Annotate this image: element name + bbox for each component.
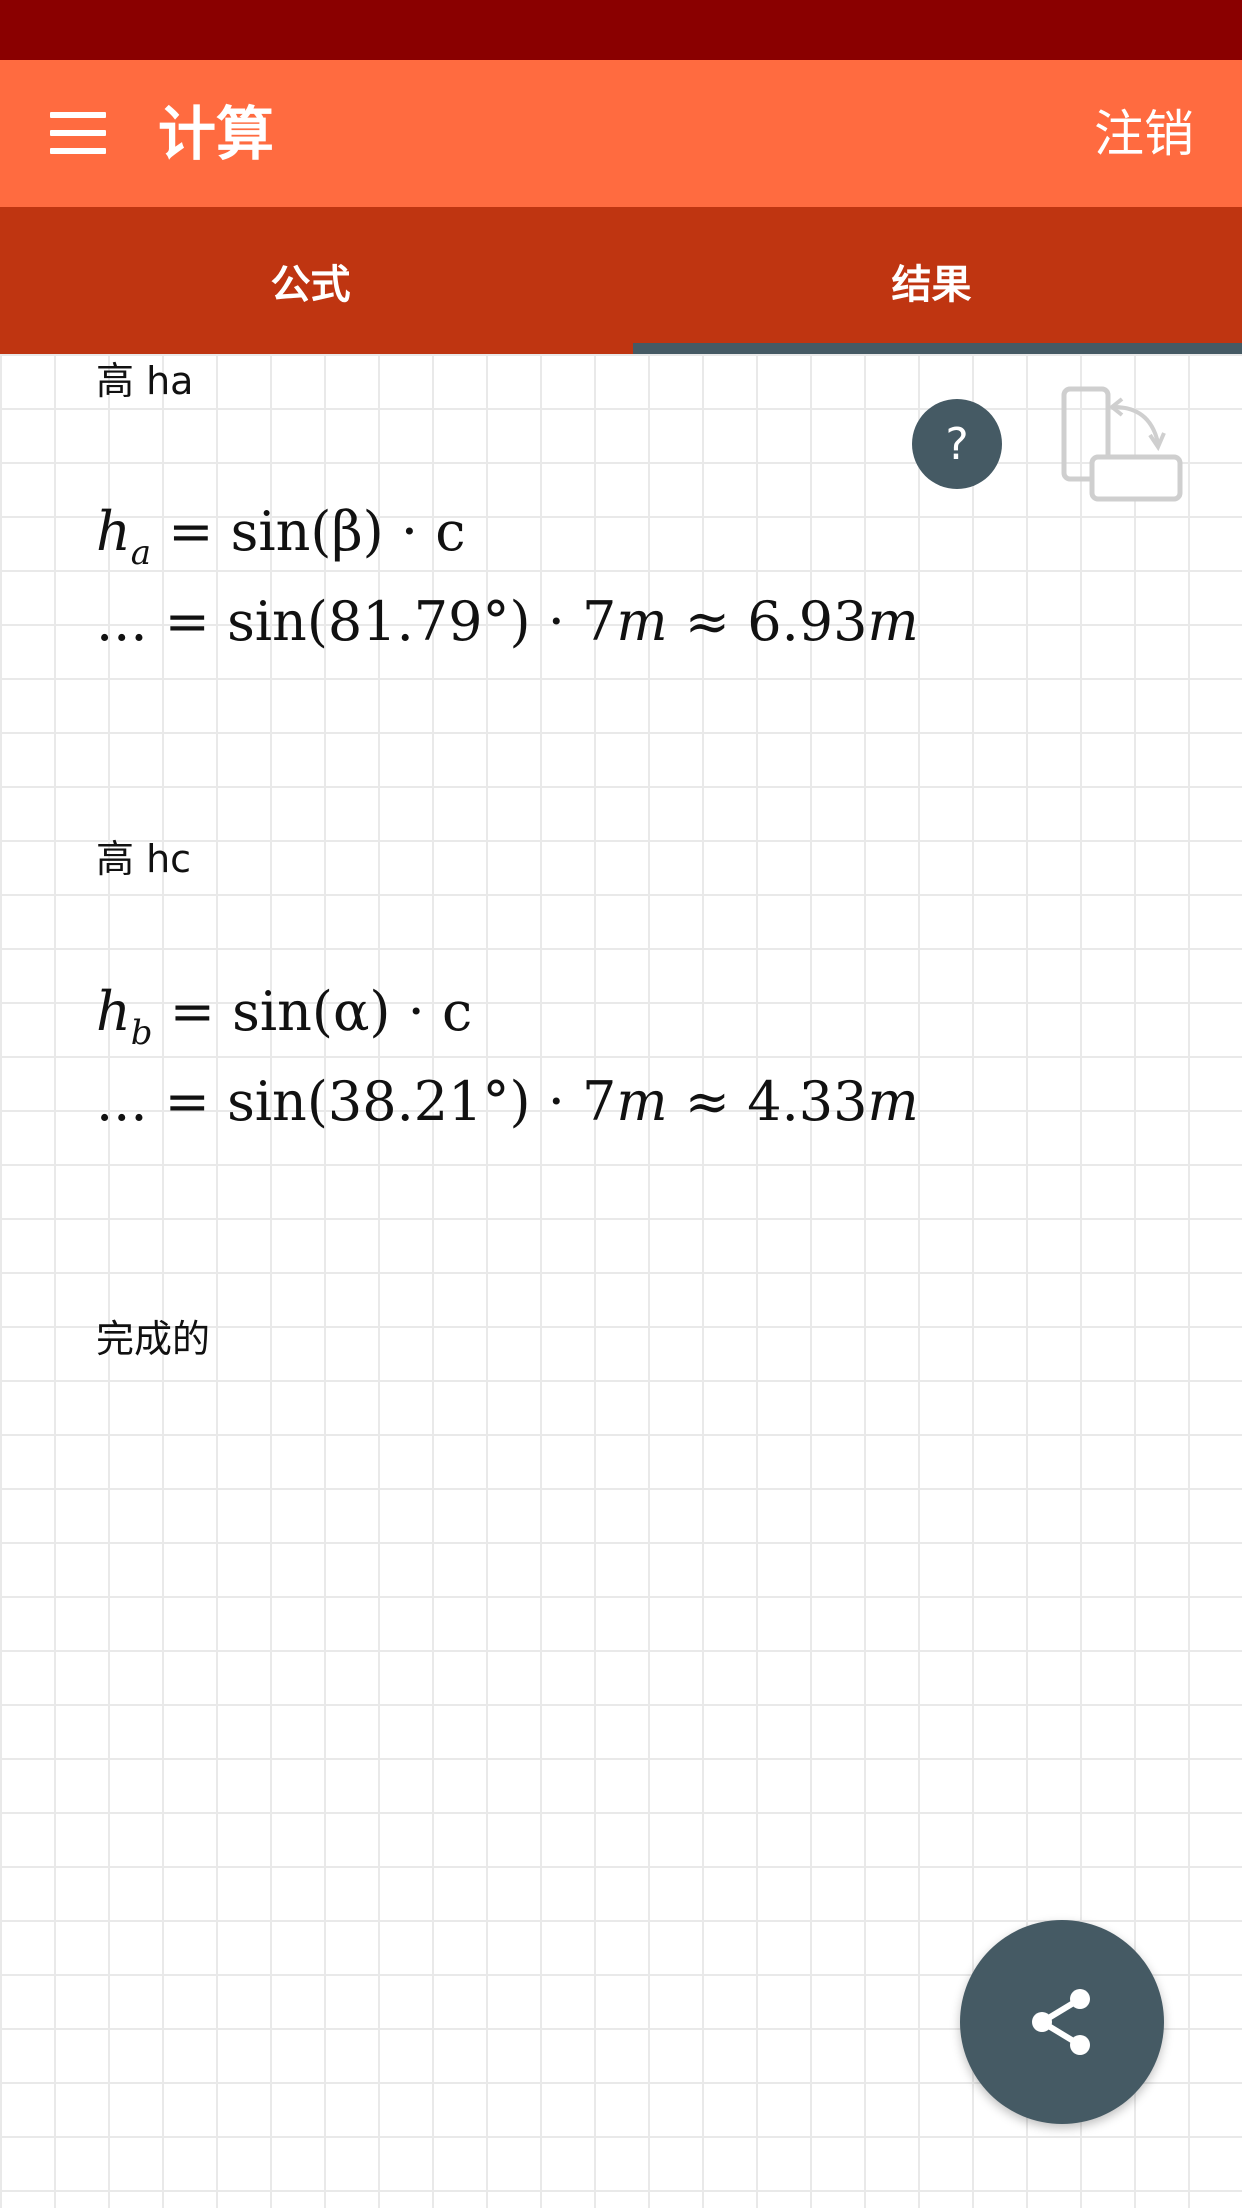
share-icon — [1032, 1989, 1090, 2055]
calculation-hb: ... = sin(38.21°) · 7m ≈ 4.33m — [96, 1070, 919, 1133]
tab-formula[interactable]: 公式 — [0, 207, 621, 354]
tab-selected-indicator — [633, 343, 1242, 354]
tab-bar: 公式 结果 — [0, 207, 1242, 354]
calculation-ha: ... = sin(81.79°) · 7m ≈ 6.93m — [96, 590, 919, 653]
done-label: 完成的 — [96, 1317, 211, 1361]
tab-result[interactable]: 结果 — [621, 207, 1242, 354]
formula-ha: ha = sin(β) · c — [96, 500, 466, 573]
share-button[interactable] — [960, 1920, 1164, 2124]
section-label-hc: 高 hc — [96, 837, 192, 881]
app-bar: 计算 注销 — [0, 60, 1242, 207]
help-button[interactable]: ? — [912, 399, 1002, 489]
status-bar — [0, 0, 1242, 60]
app-title: 计算 — [158, 100, 275, 168]
formula-hb: hb = sin(α) · c — [96, 980, 473, 1053]
rotate-screen-icon[interactable] — [1060, 385, 1184, 503]
logout-button[interactable]: 注销 — [1094, 96, 1194, 172]
menu-icon[interactable] — [50, 112, 106, 154]
section-label-ha: 高 ha — [96, 359, 194, 403]
